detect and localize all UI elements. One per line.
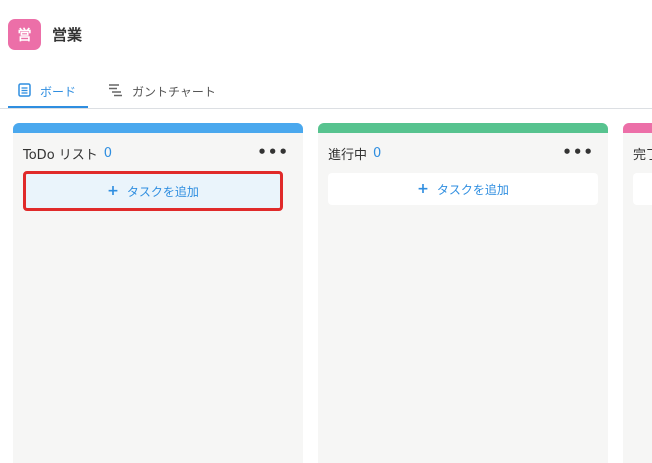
column-header: 進行中 0 — [328, 144, 381, 163]
project-avatar: 営 — [8, 19, 41, 50]
column-header: ToDo リスト 0 — [23, 144, 112, 163]
project-header: 営 営業 — [8, 19, 82, 50]
view-tabs: ボード ガントチャート — [0, 76, 652, 109]
add-task-button[interactable] — [633, 173, 652, 205]
tab-gantt-label: ガントチャート — [132, 85, 216, 99]
column-title: 完了 — [633, 148, 652, 163]
tab-board[interactable]: ボード — [8, 76, 88, 108]
tab-gantt[interactable]: ガントチャート — [108, 76, 216, 107]
more-options-icon[interactable]: ••• — [562, 143, 594, 161]
add-task-label: タスクを追加 — [436, 182, 509, 197]
column-color-bar — [13, 123, 303, 133]
more-options-icon[interactable]: ••• — [257, 143, 289, 161]
column-title: 進行中 — [328, 148, 368, 163]
project-title: 営業 — [52, 26, 83, 44]
plus-icon: + — [417, 181, 429, 197]
column-header: 完了 — [633, 144, 652, 163]
add-task-label: タスクを追加 — [126, 184, 199, 199]
add-task-button[interactable]: + タスクを追加 — [328, 173, 598, 205]
column-count: 0 — [373, 146, 382, 161]
add-task-button[interactable]: + タスクを追加 — [23, 171, 283, 211]
column-done: 完了 — [623, 123, 652, 463]
column-in-progress: 進行中 0 ••• + タスクを追加 — [318, 123, 608, 463]
column-color-bar — [623, 123, 652, 133]
plus-icon: + — [107, 183, 119, 199]
column-count: 0 — [103, 146, 113, 161]
column-color-bar — [318, 123, 608, 133]
gantt-icon — [108, 83, 123, 100]
board-icon — [18, 82, 31, 100]
column-todo: ToDo リスト 0 ••• + タスクを追加 — [13, 123, 303, 463]
tab-board-label: ボード — [40, 84, 77, 99]
column-title: ToDo リスト — [23, 148, 98, 163]
